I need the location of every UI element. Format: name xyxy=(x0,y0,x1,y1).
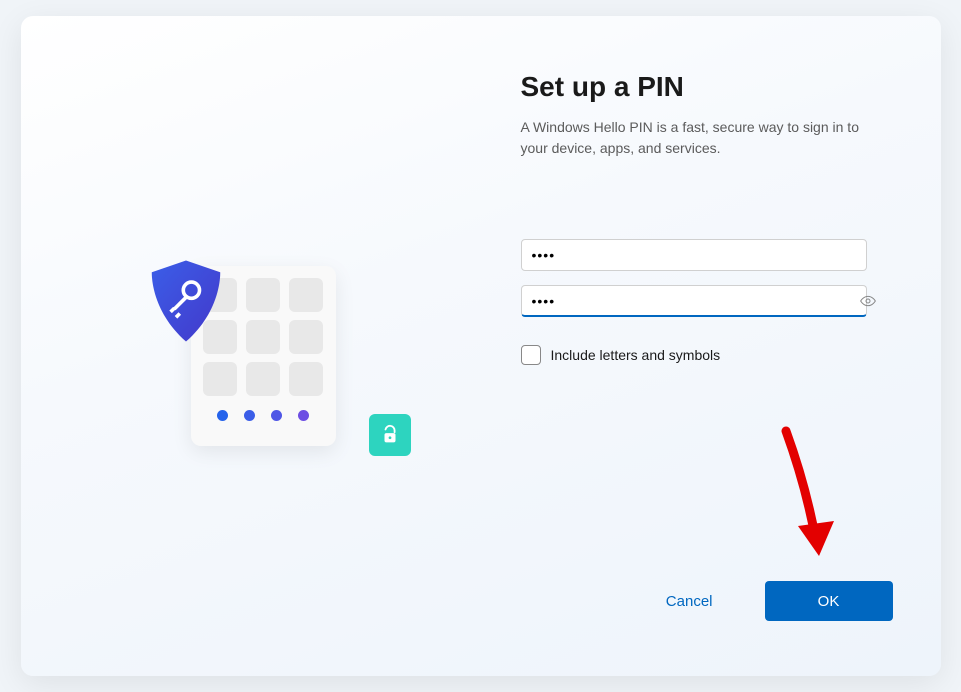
keypad-key xyxy=(289,362,323,396)
confirm-pin-field-group xyxy=(521,285,886,317)
pin-dot xyxy=(271,410,282,421)
reveal-password-icon[interactable] xyxy=(860,293,876,309)
include-letters-checkbox[interactable] xyxy=(521,345,541,365)
pin-illustration xyxy=(141,246,401,446)
keypad-key xyxy=(289,278,323,312)
pin-dot xyxy=(217,410,228,421)
ok-button[interactable]: OK xyxy=(765,581,893,621)
pin-dot xyxy=(298,410,309,421)
pin-dot xyxy=(244,410,255,421)
confirm-pin-input[interactable] xyxy=(521,285,867,317)
include-letters-label: Include letters and symbols xyxy=(551,347,721,363)
unlock-icon xyxy=(369,414,411,456)
keypad-key xyxy=(246,320,280,354)
dialog-button-row: Cancel OK xyxy=(654,581,893,621)
shield-key-icon xyxy=(141,256,231,346)
keypad-key xyxy=(246,278,280,312)
pin-input[interactable] xyxy=(521,239,867,271)
illustration-pane xyxy=(21,16,521,676)
cancel-button[interactable]: Cancel xyxy=(654,585,725,618)
include-letters-row: Include letters and symbols xyxy=(521,345,886,365)
pin-dots-row xyxy=(203,410,324,421)
dialog-subtitle: A Windows Hello PIN is a fast, secure wa… xyxy=(521,117,886,159)
keypad-key xyxy=(289,320,323,354)
pin-field-group xyxy=(521,239,886,271)
dialog-title: Set up a PIN xyxy=(521,71,886,103)
keypad-key xyxy=(246,362,280,396)
pin-setup-dialog: Set up a PIN A Windows Hello PIN is a fa… xyxy=(21,16,941,676)
keypad-key xyxy=(203,362,237,396)
form-pane: Set up a PIN A Windows Hello PIN is a fa… xyxy=(521,16,941,676)
